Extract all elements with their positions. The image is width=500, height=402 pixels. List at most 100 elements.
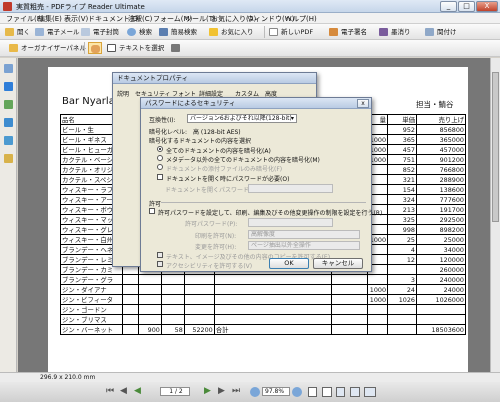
app-icon: [3, 2, 12, 11]
search-button[interactable]: 検索: [126, 26, 152, 38]
menu-help[interactable]: ヘルプ(H): [285, 14, 317, 24]
table-cell: 856800: [415, 124, 467, 135]
doc-title: Bar Nyarlat: [62, 96, 119, 107]
hand-icon: [91, 45, 100, 53]
table-cell: [213, 284, 333, 295]
table-cell: [367, 314, 389, 325]
table-cell: 25: [387, 234, 417, 245]
ok-button[interactable]: OK: [269, 258, 309, 269]
fit-width-icon[interactable]: [322, 387, 332, 397]
menu-view[interactable]: 表示(V): [64, 14, 88, 24]
table-cell: [183, 294, 215, 305]
mail-icon: [35, 28, 44, 36]
attach-button[interactable]: 関付け: [424, 26, 457, 38]
table-cell: [387, 264, 417, 275]
table-cell: 952: [387, 124, 417, 135]
copy-allowed-checkbox[interactable]: [157, 252, 163, 258]
security-dialog-close-button[interactable]: x: [357, 99, 369, 108]
layers-icon[interactable]: [4, 136, 13, 145]
quick-search-button[interactable]: 簡易検索: [158, 26, 197, 38]
star-icon: [209, 28, 218, 36]
table-cell: 365000: [415, 134, 467, 145]
changes-allowed-select[interactable]: ページ抽出以外全操作: [248, 241, 360, 250]
require-open-password-checkbox[interactable]: [157, 174, 163, 180]
minimize-button[interactable]: _: [440, 1, 457, 12]
next-view-icon[interactable]: ▶: [204, 386, 211, 396]
table-row: ジン・ブリマス: [60, 314, 467, 325]
organizer-panel-button[interactable]: オーガナイザーパネル: [8, 42, 86, 54]
attachments-icon[interactable]: [4, 118, 13, 127]
table-cell: 4: [387, 244, 417, 255]
continuous-page-icon[interactable]: [350, 387, 360, 397]
window-title: 実質粗売 - PDFライプ Reader Ultimate: [16, 3, 145, 11]
main-toolbar: 開く 電子メール 電子封筒 検索 簡易検索 お気に入り 新しいPDF 電子署名 …: [0, 24, 500, 40]
encrypt-except-metadata-radio[interactable]: [157, 155, 163, 161]
redact-button[interactable]: 墨消り: [378, 26, 411, 38]
open-password-input[interactable]: [248, 184, 333, 193]
table-cell: 288900: [415, 174, 467, 185]
permissions-section-label: 許可: [149, 201, 162, 208]
table-cell: 34000: [415, 244, 467, 255]
new-pdf-button[interactable]: 新しいPDF: [268, 26, 313, 38]
maximize-button[interactable]: □: [458, 1, 475, 12]
snapshot-button[interactable]: [170, 42, 182, 54]
close-button[interactable]: X: [476, 1, 498, 12]
vertical-scrollbar[interactable]: [490, 58, 500, 372]
open-button[interactable]: 開く: [4, 26, 30, 38]
cancel-button[interactable]: キャンセル: [313, 258, 363, 269]
table-cell: [183, 314, 215, 325]
single-page-icon[interactable]: [336, 387, 345, 397]
fit-page-icon[interactable]: [308, 387, 317, 397]
table-cell: [331, 284, 369, 295]
pages-icon[interactable]: [4, 64, 13, 73]
sign-button[interactable]: 電子署名: [328, 26, 367, 38]
encrypt-attachments-radio[interactable]: [157, 164, 163, 170]
permissions-divider: [161, 202, 366, 203]
hand-tool-button[interactable]: [88, 42, 102, 54]
favorites-button[interactable]: お気に入り: [208, 26, 254, 38]
permissions-password-input[interactable]: [248, 218, 333, 227]
zoom-out-icon[interactable]: [250, 387, 260, 397]
table-cell: 457000: [415, 144, 467, 155]
menu-edit[interactable]: 編集(E): [38, 14, 62, 24]
table-cell: 213: [387, 204, 417, 215]
prev-page-icon[interactable]: ◀: [120, 386, 127, 396]
prev-view-icon[interactable]: ◀: [134, 386, 141, 396]
menu-comment[interactable]: 注釈(C): [128, 14, 152, 24]
zoom-input[interactable]: 97.8%: [262, 387, 290, 396]
table-cell: [331, 274, 369, 285]
table-cell: [331, 314, 369, 325]
envelope-button[interactable]: 電子封筒: [80, 26, 119, 38]
email-button[interactable]: 電子メール: [34, 26, 80, 38]
comments-icon[interactable]: [4, 100, 13, 109]
scroll-thumb[interactable]: [492, 72, 499, 222]
page-number-input[interactable]: 1 / 2: [160, 387, 190, 396]
table-cell: [137, 314, 162, 325]
accessibility-checkbox[interactable]: [157, 261, 163, 267]
search-icon: [127, 28, 136, 36]
tab-description[interactable]: 説明: [117, 89, 129, 98]
secondary-toolbar: オーガナイザーパネル テキストを選択: [0, 40, 500, 57]
table-row: ジン・バーネット 900 58 52200 合計 18503600: [60, 324, 467, 335]
table-cell: 852: [387, 164, 417, 175]
next-page-icon[interactable]: ▶: [218, 386, 225, 396]
select-text-button[interactable]: テキストを選択: [106, 42, 164, 54]
last-page-icon[interactable]: ⏭: [232, 386, 240, 396]
first-page-icon[interactable]: ⏮: [106, 386, 114, 396]
print-allowed-select[interactable]: 高解像度: [248, 230, 360, 239]
encrypt-all-label: 全てのドキュメントの内容を暗号化(A): [166, 148, 271, 155]
table-cell: [121, 284, 139, 295]
tags-icon[interactable]: [4, 154, 13, 163]
bookmarks-icon[interactable]: [4, 82, 13, 91]
table-cell: 321: [387, 174, 417, 185]
table-cell: [213, 274, 333, 285]
permissions-password-checkbox[interactable]: [149, 208, 155, 214]
facing-page-icon[interactable]: [364, 387, 376, 397]
table-cell: [121, 294, 139, 305]
compat-select[interactable]: バージョン6およびそれ以降(128-bit) ▾: [187, 114, 297, 123]
table-cell: [415, 314, 467, 325]
table-cell: [160, 294, 185, 305]
encrypt-all-radio[interactable]: [157, 146, 163, 152]
toolbar-separator: [84, 42, 85, 54]
zoom-in-icon[interactable]: [292, 387, 302, 397]
